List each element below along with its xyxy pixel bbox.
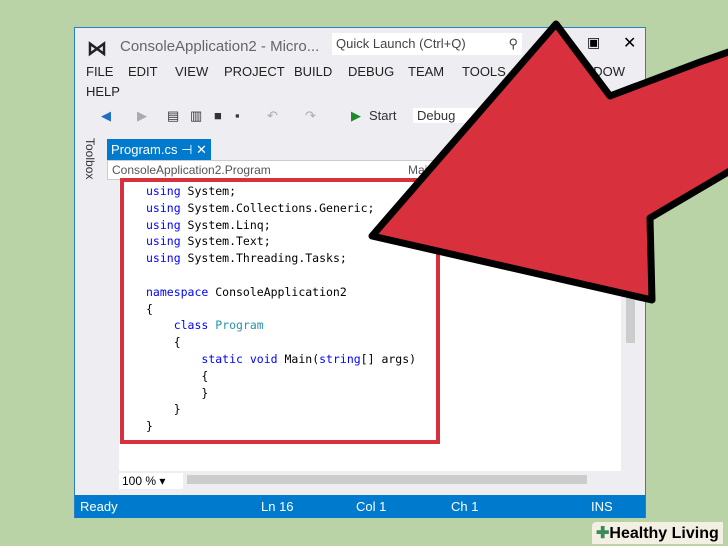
watermark: ✚Healthy Living xyxy=(592,522,723,544)
plus-logo-icon: ✚ xyxy=(596,525,610,542)
red-arrow-icon xyxy=(368,20,728,304)
watermark-text: Healthy Living xyxy=(609,525,719,542)
